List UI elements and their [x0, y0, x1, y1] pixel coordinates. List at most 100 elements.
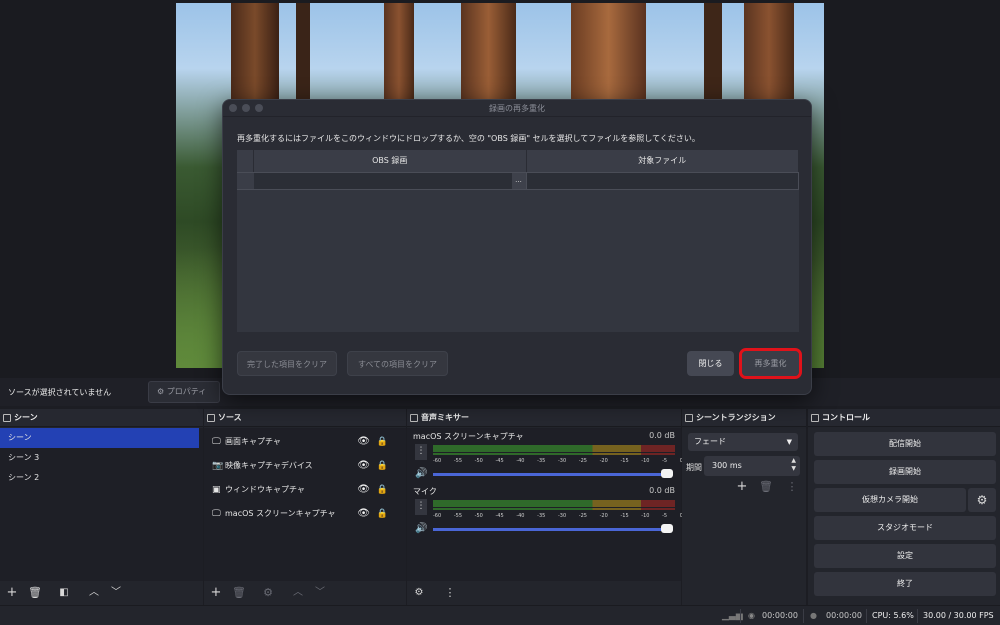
tick-label: -10	[641, 458, 650, 464]
add-icon[interactable]: +	[734, 479, 750, 495]
more-icon[interactable]: ⋮	[784, 479, 800, 495]
scenes-dock: シーン シーン シーン 3 シーン 2 + 🗑 ◧ ︿ ﹀	[0, 409, 203, 605]
add-icon[interactable]: +	[208, 585, 224, 601]
properties-label: プロパティ	[166, 387, 207, 396]
tick-label: -20	[599, 458, 608, 464]
remux-dialog: 録画の再多重化 再多重化するにはファイルをこのウィンドウにドロップするか、空の …	[222, 99, 812, 395]
virtual-camera-settings-button[interactable]: ⚙	[968, 488, 996, 512]
obs-recording-cell[interactable]: ...	[254, 173, 527, 189]
start-recording-button[interactable]: 録画開始	[814, 460, 996, 484]
speaker-icon[interactable]: 🔊	[415, 523, 427, 535]
volume-slider-handle[interactable]	[661, 524, 673, 533]
scene-item[interactable]: シーン 2	[0, 468, 203, 488]
trash-icon[interactable]: 🗑	[758, 479, 774, 495]
dock-icon	[685, 414, 693, 422]
channel-name: マイク	[413, 487, 437, 496]
studio-mode-button[interactable]: スタジオモード	[814, 516, 996, 540]
scene-item[interactable]: シーン	[0, 428, 199, 448]
lock-icon[interactable]: 🔒	[377, 430, 388, 454]
speaker-icon[interactable]: 🔊	[415, 468, 427, 480]
scene-item[interactable]: シーン 3	[0, 448, 203, 468]
trash-icon[interactable]: 🗑	[27, 585, 43, 601]
source-label: ウィンドウキャプチャ	[225, 485, 305, 494]
mixer-title: 音声ミキサー	[421, 413, 469, 422]
lock-icon[interactable]: 🔒	[377, 454, 388, 478]
dialog-titlebar: 録画の再多重化	[223, 100, 811, 117]
duration-input[interactable]: 300 ms ▲ ▼	[704, 456, 800, 476]
volume-slider-handle[interactable]	[661, 469, 673, 478]
scenes-list: シーン シーン 3 シーン 2	[0, 428, 203, 581]
clear-completed-button[interactable]: 完了した項目をクリア	[237, 351, 337, 376]
monitor-icon: 🖵	[212, 437, 221, 447]
lock-icon[interactable]: 🔒	[377, 502, 388, 526]
trash-icon[interactable]: 🗑	[231, 585, 247, 601]
lock-icon[interactable]: 🔒	[377, 478, 388, 502]
gear-icon[interactable]: ⚙	[260, 585, 276, 601]
caret-down-icon: ▼	[786, 438, 792, 446]
volume-slider[interactable]	[433, 473, 669, 476]
more-icon[interactable]: ⋮	[415, 444, 427, 460]
eye-icon[interactable]: 👁	[357, 478, 370, 502]
column-header-target-file: 対象ファイル	[527, 150, 799, 172]
mixer-channels: macOS スクリーンキャプチャ 0.0 dB ⋮ -60 -55 -50 -45 -4…	[407, 428, 683, 581]
tick-label: -25	[578, 458, 587, 464]
tick-label: -15	[620, 513, 629, 519]
volume-slider[interactable]	[433, 528, 669, 531]
start-virtual-camera-button[interactable]: 仮想カメラ開始	[814, 488, 966, 512]
tick-label: -5	[662, 458, 668, 464]
no-source-label: ソースが選択されていません	[8, 388, 112, 397]
chevron-up-icon[interactable]: ︿	[86, 585, 102, 601]
tick-label: -40	[516, 458, 525, 464]
source-label: 映像キャプチャデバイス	[225, 461, 313, 470]
tick-label: -35	[537, 513, 546, 519]
eye-icon[interactable]: 👁	[357, 454, 370, 478]
properties-button[interactable]: ⚙ プロパティ	[148, 381, 220, 403]
source-item[interactable]: 🖵 macOS スクリーンキャプチャ 👁 🔒	[204, 502, 406, 526]
controls-panel: 配信開始 録画開始 仮想カメラ開始 ⚙ スタジオモード 設定 終了	[808, 428, 1000, 605]
exit-button[interactable]: 終了	[814, 572, 996, 596]
source-item[interactable]: ▣ ウィンドウキャプチャ 👁 🔒	[204, 478, 406, 502]
row-header	[237, 173, 254, 189]
target-file-cell[interactable]	[527, 173, 799, 189]
dock-icon	[3, 414, 11, 422]
tick-label: -20	[599, 513, 608, 519]
table-row: ...	[237, 172, 799, 190]
level-meter	[433, 445, 675, 452]
dialog-title: 録画の再多重化	[489, 104, 545, 113]
chevron-down-icon[interactable]: ﹀	[312, 585, 328, 601]
add-icon[interactable]: +	[4, 585, 20, 601]
table-header: OBS 録画 対象ファイル	[237, 150, 799, 172]
transition-select[interactable]: フェード ▼	[688, 433, 798, 451]
divider	[917, 609, 918, 623]
start-streaming-button[interactable]: 配信開始	[814, 432, 996, 456]
scenes-header: シーン	[0, 409, 203, 427]
eye-icon[interactable]: 👁	[357, 502, 370, 526]
clear-all-button[interactable]: すべての項目をクリア	[347, 351, 448, 376]
divider	[740, 609, 741, 623]
source-item[interactable]: 📷 映像キャプチャデバイス 👁 🔒	[204, 454, 406, 478]
sources-toolbar: + 🗑 ⚙ ︿ ﹀	[204, 581, 406, 605]
mixer-channel: macOS スクリーンキャプチャ 0.0 dB ⋮ -60 -55 -50 -45 -4…	[407, 428, 683, 483]
level-meter	[433, 500, 675, 507]
spinner-icon[interactable]: ▲ ▼	[791, 457, 796, 473]
browse-button[interactable]: ...	[511, 173, 526, 189]
close-button[interactable]: 閉じる	[687, 351, 734, 376]
tick-label: -30	[557, 513, 567, 519]
gears-icon[interactable]: ⚙	[411, 585, 427, 601]
filter-icon[interactable]: ◧	[56, 585, 72, 601]
eye-icon[interactable]: 👁	[357, 430, 370, 454]
cpu-usage: CPU: 5.6%	[872, 611, 914, 620]
tick-label: -60	[433, 458, 442, 464]
duration-label: 期間	[686, 463, 702, 472]
chevron-down-icon[interactable]: ﹀	[108, 585, 124, 601]
camera-icon: 📷	[212, 461, 224, 471]
remux-button[interactable]: 再多重化	[739, 348, 802, 379]
chevron-up-icon[interactable]: ︿	[290, 585, 306, 601]
more-icon[interactable]: ⋮	[442, 585, 458, 601]
more-icon[interactable]: ⋮	[415, 499, 427, 515]
settings-button[interactable]: 設定	[814, 544, 996, 568]
source-item[interactable]: 🖵 画面キャプチャ 👁 🔒	[204, 430, 406, 454]
tick-label: -55	[453, 458, 462, 464]
channel-db: 0.0 dB	[649, 486, 675, 495]
controls-dock: コントロール 配信開始 録画開始 仮想カメラ開始 ⚙ スタジオモード 設定 終了	[808, 409, 1000, 605]
